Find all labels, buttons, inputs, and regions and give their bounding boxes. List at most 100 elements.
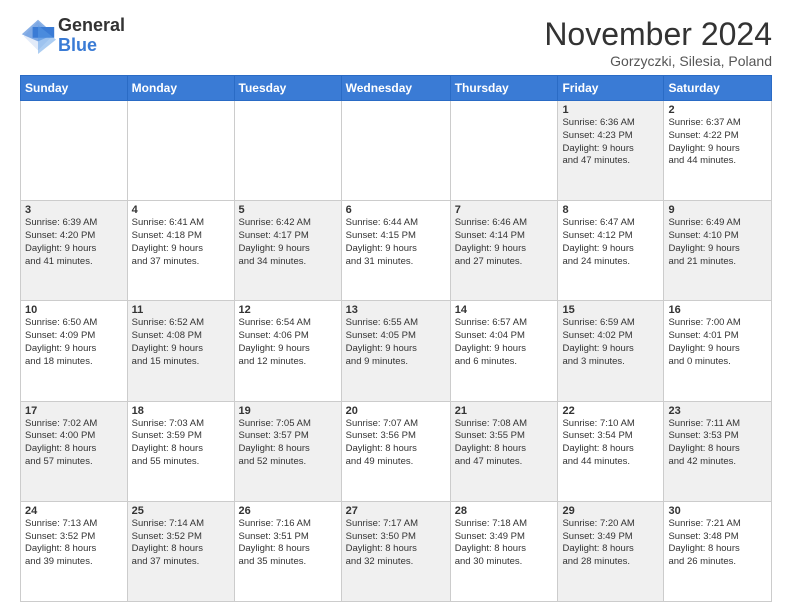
calendar-cell	[21, 101, 128, 201]
day-info: Sunrise: 6:41 AMSunset: 4:18 PMDaylight:…	[132, 217, 230, 268]
calendar-cell: 22Sunrise: 7:10 AMSunset: 3:54 PMDayligh…	[558, 401, 664, 501]
logo: General Blue	[20, 16, 125, 56]
calendar-cell	[450, 101, 558, 201]
day-info: Sunrise: 7:20 AMSunset: 3:49 PMDaylight:…	[562, 518, 659, 569]
day-info: Sunrise: 6:37 AMSunset: 4:22 PMDaylight:…	[668, 117, 767, 168]
calendar: SundayMondayTuesdayWednesdayThursdayFrid…	[20, 75, 772, 602]
calendar-cell: 9Sunrise: 6:49 AMSunset: 4:10 PMDaylight…	[664, 201, 772, 301]
calendar-week-2: 10Sunrise: 6:50 AMSunset: 4:09 PMDayligh…	[21, 301, 772, 401]
day-info: Sunrise: 6:52 AMSunset: 4:08 PMDaylight:…	[132, 317, 230, 368]
month-title: November 2024	[544, 16, 772, 53]
calendar-cell: 6Sunrise: 6:44 AMSunset: 4:15 PMDaylight…	[341, 201, 450, 301]
col-header-friday: Friday	[558, 76, 664, 101]
day-number: 18	[132, 405, 230, 417]
day-number: 19	[239, 405, 337, 417]
col-header-monday: Monday	[127, 76, 234, 101]
col-header-saturday: Saturday	[664, 76, 772, 101]
title-section: November 2024 Gorzyczki, Silesia, Poland	[544, 16, 772, 69]
day-number: 2	[668, 104, 767, 116]
day-info: Sunrise: 6:42 AMSunset: 4:17 PMDaylight:…	[239, 217, 337, 268]
day-info: Sunrise: 7:17 AMSunset: 3:50 PMDaylight:…	[346, 518, 446, 569]
calendar-header-row: SundayMondayTuesdayWednesdayThursdayFrid…	[21, 76, 772, 101]
calendar-cell: 7Sunrise: 6:46 AMSunset: 4:14 PMDaylight…	[450, 201, 558, 301]
day-number: 10	[25, 304, 123, 316]
day-number: 26	[239, 505, 337, 517]
calendar-cell: 26Sunrise: 7:16 AMSunset: 3:51 PMDayligh…	[234, 501, 341, 601]
day-info: Sunrise: 6:50 AMSunset: 4:09 PMDaylight:…	[25, 317, 123, 368]
calendar-cell: 19Sunrise: 7:05 AMSunset: 3:57 PMDayligh…	[234, 401, 341, 501]
location: Gorzyczki, Silesia, Poland	[544, 53, 772, 69]
col-header-tuesday: Tuesday	[234, 76, 341, 101]
logo-general-text: General	[58, 16, 125, 36]
day-number: 1	[562, 104, 659, 116]
calendar-cell: 12Sunrise: 6:54 AMSunset: 4:06 PMDayligh…	[234, 301, 341, 401]
day-info: Sunrise: 7:02 AMSunset: 4:00 PMDaylight:…	[25, 418, 123, 469]
day-number: 6	[346, 204, 446, 216]
calendar-cell: 25Sunrise: 7:14 AMSunset: 3:52 PMDayligh…	[127, 501, 234, 601]
calendar-cell	[234, 101, 341, 201]
day-number: 3	[25, 204, 123, 216]
day-info: Sunrise: 7:07 AMSunset: 3:56 PMDaylight:…	[346, 418, 446, 469]
logo-text: General Blue	[58, 16, 125, 56]
day-info: Sunrise: 7:08 AMSunset: 3:55 PMDaylight:…	[455, 418, 554, 469]
day-number: 5	[239, 204, 337, 216]
calendar-cell: 10Sunrise: 6:50 AMSunset: 4:09 PMDayligh…	[21, 301, 128, 401]
day-number: 28	[455, 505, 554, 517]
day-info: Sunrise: 7:14 AMSunset: 3:52 PMDaylight:…	[132, 518, 230, 569]
calendar-cell: 16Sunrise: 7:00 AMSunset: 4:01 PMDayligh…	[664, 301, 772, 401]
day-number: 21	[455, 405, 554, 417]
day-info: Sunrise: 7:10 AMSunset: 3:54 PMDaylight:…	[562, 418, 659, 469]
day-number: 8	[562, 204, 659, 216]
calendar-cell: 27Sunrise: 7:17 AMSunset: 3:50 PMDayligh…	[341, 501, 450, 601]
calendar-week-0: 1Sunrise: 6:36 AMSunset: 4:23 PMDaylight…	[21, 101, 772, 201]
calendar-cell: 21Sunrise: 7:08 AMSunset: 3:55 PMDayligh…	[450, 401, 558, 501]
calendar-cell: 17Sunrise: 7:02 AMSunset: 4:00 PMDayligh…	[21, 401, 128, 501]
day-info: Sunrise: 7:11 AMSunset: 3:53 PMDaylight:…	[668, 418, 767, 469]
calendar-cell: 5Sunrise: 6:42 AMSunset: 4:17 PMDaylight…	[234, 201, 341, 301]
day-info: Sunrise: 7:03 AMSunset: 3:59 PMDaylight:…	[132, 418, 230, 469]
day-number: 4	[132, 204, 230, 216]
header: General Blue November 2024 Gorzyczki, Si…	[20, 16, 772, 69]
calendar-week-1: 3Sunrise: 6:39 AMSunset: 4:20 PMDaylight…	[21, 201, 772, 301]
day-info: Sunrise: 6:54 AMSunset: 4:06 PMDaylight:…	[239, 317, 337, 368]
calendar-cell: 1Sunrise: 6:36 AMSunset: 4:23 PMDaylight…	[558, 101, 664, 201]
calendar-cell: 24Sunrise: 7:13 AMSunset: 3:52 PMDayligh…	[21, 501, 128, 601]
day-number: 12	[239, 304, 337, 316]
day-info: Sunrise: 7:16 AMSunset: 3:51 PMDaylight:…	[239, 518, 337, 569]
day-info: Sunrise: 6:39 AMSunset: 4:20 PMDaylight:…	[25, 217, 123, 268]
day-info: Sunrise: 6:46 AMSunset: 4:14 PMDaylight:…	[455, 217, 554, 268]
logo-blue-text: Blue	[58, 36, 125, 56]
day-number: 17	[25, 405, 123, 417]
day-info: Sunrise: 6:57 AMSunset: 4:04 PMDaylight:…	[455, 317, 554, 368]
calendar-cell: 15Sunrise: 6:59 AMSunset: 4:02 PMDayligh…	[558, 301, 664, 401]
day-info: Sunrise: 6:36 AMSunset: 4:23 PMDaylight:…	[562, 117, 659, 168]
logo-icon	[20, 18, 56, 54]
day-number: 15	[562, 304, 659, 316]
calendar-cell	[341, 101, 450, 201]
day-number: 24	[25, 505, 123, 517]
day-number: 23	[668, 405, 767, 417]
day-info: Sunrise: 7:18 AMSunset: 3:49 PMDaylight:…	[455, 518, 554, 569]
day-number: 20	[346, 405, 446, 417]
day-info: Sunrise: 6:59 AMSunset: 4:02 PMDaylight:…	[562, 317, 659, 368]
day-number: 14	[455, 304, 554, 316]
calendar-cell: 30Sunrise: 7:21 AMSunset: 3:48 PMDayligh…	[664, 501, 772, 601]
calendar-cell: 29Sunrise: 7:20 AMSunset: 3:49 PMDayligh…	[558, 501, 664, 601]
calendar-cell: 13Sunrise: 6:55 AMSunset: 4:05 PMDayligh…	[341, 301, 450, 401]
day-number: 30	[668, 505, 767, 517]
day-info: Sunrise: 6:49 AMSunset: 4:10 PMDaylight:…	[668, 217, 767, 268]
day-number: 11	[132, 304, 230, 316]
calendar-cell: 28Sunrise: 7:18 AMSunset: 3:49 PMDayligh…	[450, 501, 558, 601]
calendar-cell: 23Sunrise: 7:11 AMSunset: 3:53 PMDayligh…	[664, 401, 772, 501]
calendar-cell: 11Sunrise: 6:52 AMSunset: 4:08 PMDayligh…	[127, 301, 234, 401]
day-info: Sunrise: 7:13 AMSunset: 3:52 PMDaylight:…	[25, 518, 123, 569]
col-header-thursday: Thursday	[450, 76, 558, 101]
calendar-cell: 20Sunrise: 7:07 AMSunset: 3:56 PMDayligh…	[341, 401, 450, 501]
day-info: Sunrise: 6:44 AMSunset: 4:15 PMDaylight:…	[346, 217, 446, 268]
day-number: 27	[346, 505, 446, 517]
day-info: Sunrise: 7:00 AMSunset: 4:01 PMDaylight:…	[668, 317, 767, 368]
col-header-sunday: Sunday	[21, 76, 128, 101]
day-info: Sunrise: 6:55 AMSunset: 4:05 PMDaylight:…	[346, 317, 446, 368]
day-number: 7	[455, 204, 554, 216]
day-number: 16	[668, 304, 767, 316]
